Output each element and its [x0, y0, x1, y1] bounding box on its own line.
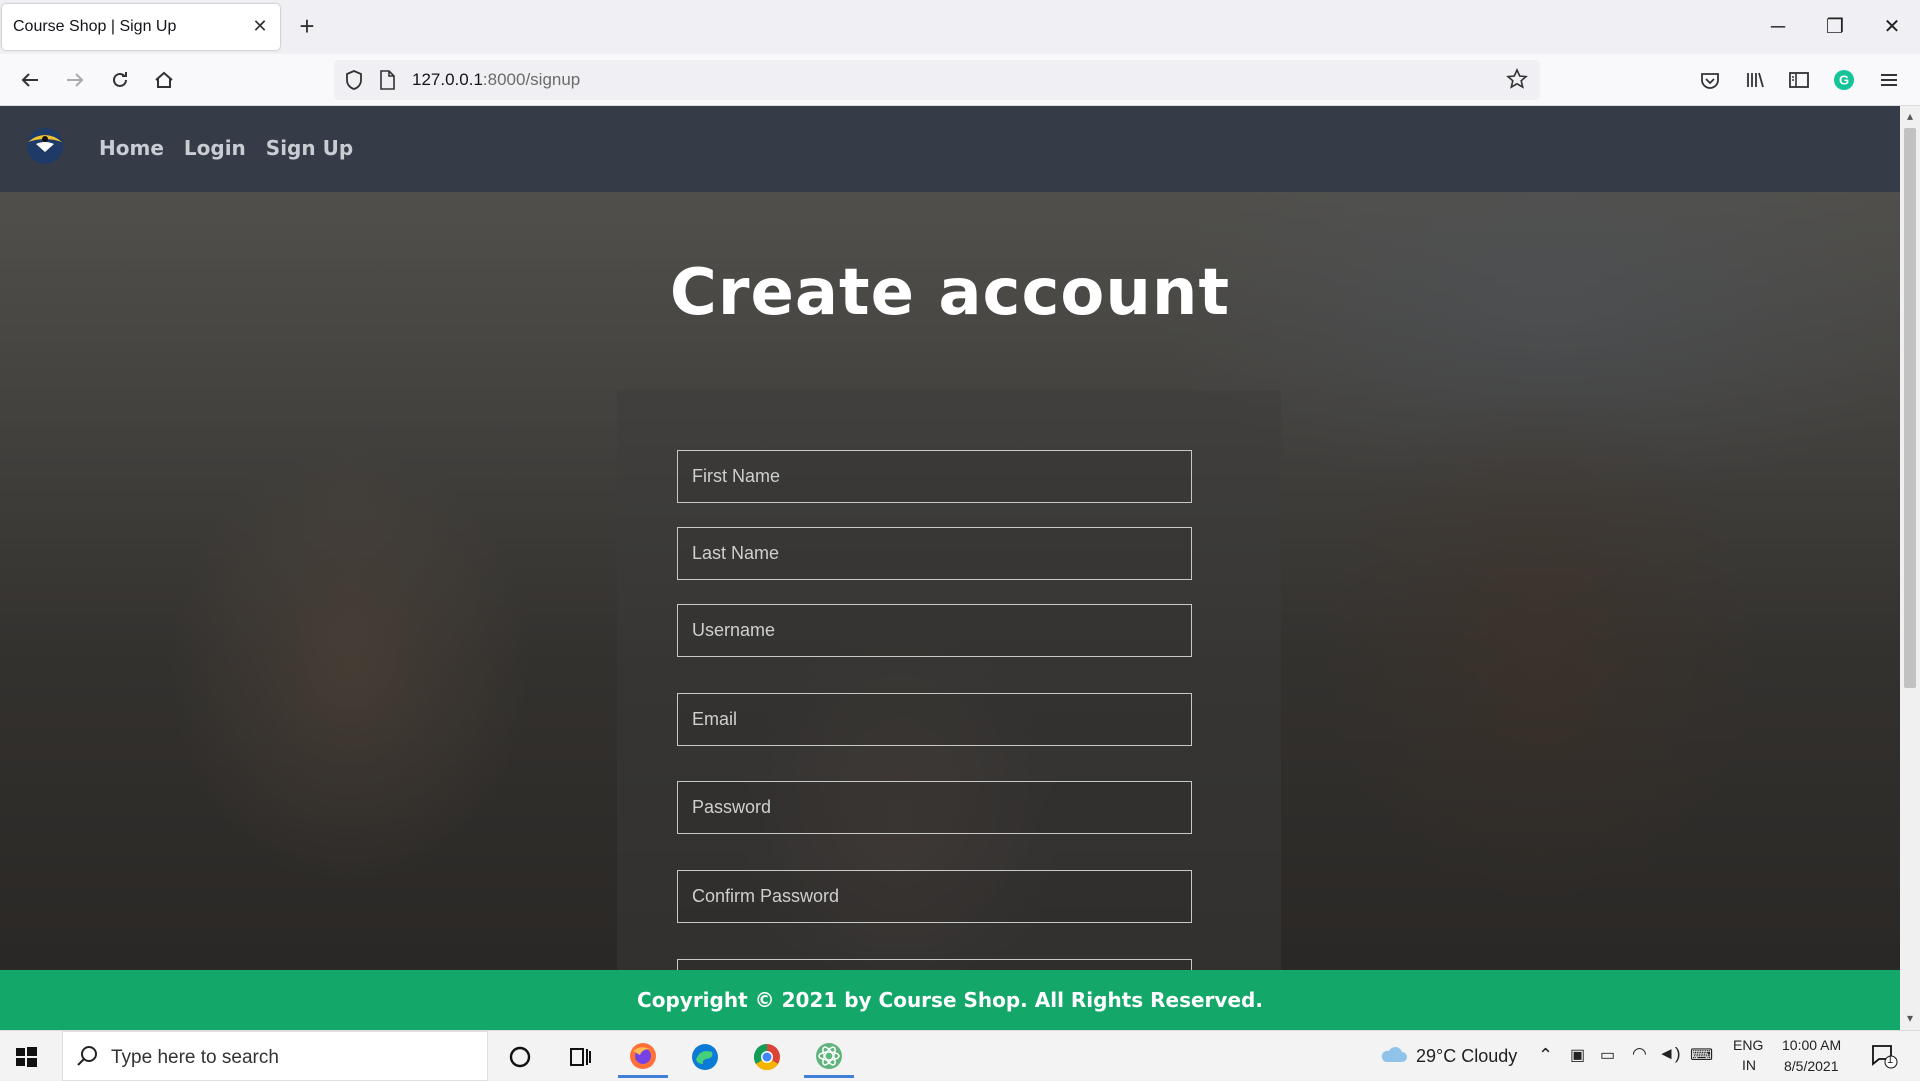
- tab-close-icon[interactable]: ✕: [250, 16, 270, 36]
- scroll-thumb[interactable]: [1904, 128, 1916, 688]
- site-nav: Home Login Sign Up: [99, 136, 353, 160]
- volume-icon[interactable]: ◄): [1658, 1044, 1681, 1064]
- back-icon[interactable]: [14, 64, 46, 96]
- windows-taskbar: Type here to search 29°C Cloudy ⌃ ▣ ▭ ◠ …: [0, 1030, 1920, 1081]
- clock-time[interactable]: 10:00 AM: [1782, 1037, 1841, 1053]
- close-window-icon[interactable]: ✕: [1872, 10, 1912, 44]
- pocket-icon[interactable]: [1694, 64, 1726, 96]
- language-secondary[interactable]: IN: [1742, 1057, 1756, 1073]
- page-scrollbar[interactable]: ▴ ▾: [1900, 106, 1920, 1030]
- chrome-taskbar-icon[interactable]: [742, 1036, 792, 1078]
- notification-count: 1: [1887, 1054, 1894, 1066]
- notification-icon[interactable]: [1870, 1043, 1898, 1074]
- url-path: :8000/signup: [482, 70, 581, 89]
- page-icon: [378, 69, 396, 96]
- page-viewport: Home Login Sign Up Create account First …: [0, 106, 1900, 1030]
- url-host: 127.0.0.1: [412, 70, 483, 89]
- first-name-field[interactable]: First Name: [677, 450, 1192, 503]
- shield-icon[interactable]: [344, 69, 364, 96]
- svg-text:G: G: [1839, 73, 1849, 88]
- forward-icon[interactable]: [59, 64, 91, 96]
- weather-text[interactable]: 29°C Cloudy: [1416, 1046, 1517, 1067]
- scroll-up-icon[interactable]: ▴: [1904, 110, 1916, 122]
- meet-now-icon[interactable]: ▣: [1570, 1045, 1585, 1065]
- browser-tab[interactable]: Course Shop | Sign Up ✕: [2, 4, 280, 50]
- search-icon: [75, 1044, 99, 1073]
- email-field[interactable]: Email: [677, 693, 1192, 746]
- confirm-password-field[interactable]: Confirm Password: [677, 870, 1192, 923]
- menu-icon[interactable]: [1873, 64, 1905, 96]
- reload-icon[interactable]: [104, 64, 136, 96]
- url-bar[interactable]: 127.0.0.1:8000/signup: [334, 60, 1540, 100]
- site-header: Home Login Sign Up: [0, 106, 1900, 192]
- browser-tab-strip: Course Shop | Sign Up ✕ + ─ ❐ ✕: [0, 0, 1920, 54]
- site-footer: Copyright © 2021 by Course Shop. All Rig…: [0, 970, 1900, 1030]
- nav-home-link[interactable]: Home: [99, 136, 164, 160]
- site-logo-icon[interactable]: [24, 122, 66, 166]
- language-primary[interactable]: ENG: [1733, 1037, 1763, 1053]
- browser-toolbar: 127.0.0.1:8000/signup G: [0, 54, 1920, 106]
- task-view-icon[interactable]: [555, 1036, 605, 1078]
- chevron-up-icon[interactable]: ⌃: [1538, 1045, 1553, 1066]
- battery-icon[interactable]: ▭: [1600, 1045, 1615, 1065]
- scroll-down-icon[interactable]: ▾: [1904, 1012, 1916, 1024]
- last-name-field[interactable]: Last Name: [677, 527, 1192, 580]
- new-tab-icon[interactable]: +: [295, 12, 319, 42]
- atom-taskbar-icon[interactable]: [804, 1036, 854, 1078]
- restore-icon[interactable]: ❐: [1815, 10, 1855, 44]
- page-title: Create account: [669, 256, 1231, 330]
- cortana-icon[interactable]: [495, 1036, 545, 1078]
- bookmark-star-icon[interactable]: [1506, 68, 1528, 95]
- clock-date[interactable]: 8/5/2021: [1784, 1058, 1839, 1074]
- tab-title: Course Shop | Sign Up: [13, 18, 177, 35]
- home-icon[interactable]: [148, 64, 180, 96]
- taskbar-search-box[interactable]: Type here to search: [62, 1031, 488, 1081]
- search-placeholder: Type here to search: [111, 1047, 279, 1068]
- nav-signup-link[interactable]: Sign Up: [266, 136, 353, 160]
- cloud-weather-icon[interactable]: [1378, 1044, 1408, 1071]
- username-field[interactable]: Username: [677, 604, 1192, 657]
- grammarly-icon[interactable]: G: [1828, 64, 1860, 96]
- sidebar-icon[interactable]: [1783, 64, 1815, 96]
- url-text[interactable]: 127.0.0.1:8000/signup: [412, 70, 580, 90]
- keyboard-icon[interactable]: ⌨: [1690, 1045, 1713, 1065]
- password-field[interactable]: Password: [677, 781, 1192, 834]
- edge-taskbar-icon[interactable]: [680, 1036, 730, 1078]
- nav-login-link[interactable]: Login: [184, 136, 246, 160]
- library-icon[interactable]: [1739, 64, 1771, 96]
- firefox-taskbar-icon[interactable]: [618, 1036, 668, 1078]
- windows-start-icon[interactable]: [10, 1041, 42, 1073]
- wifi-icon[interactable]: ◠: [1632, 1044, 1647, 1064]
- minimize-icon[interactable]: ─: [1758, 10, 1798, 44]
- signup-form: First Name Last Name Username Email Pass…: [617, 390, 1281, 1030]
